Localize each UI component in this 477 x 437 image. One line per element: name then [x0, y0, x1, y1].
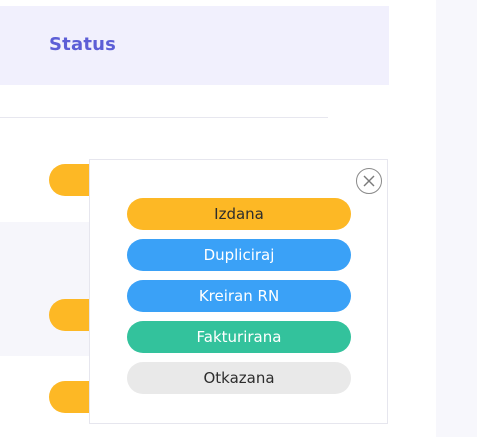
close-button[interactable]	[356, 168, 382, 194]
status-column-header: Status	[49, 34, 117, 55]
status-option-kreiran-rn[interactable]: Kreiran RN	[127, 280, 351, 312]
right-side-panel	[436, 0, 477, 437]
status-option-izdana[interactable]: Izdana	[127, 198, 351, 230]
status-picker-popup: Izdana Dupliciraj Kreiran RN Fakturirana Otk…	[89, 159, 388, 424]
status-option-fakturirana[interactable]: Fakturirana	[127, 321, 351, 353]
status-option-dupliciraj[interactable]: Dupliciraj	[127, 239, 351, 271]
table-row-background	[0, 222, 95, 252]
close-icon	[363, 175, 375, 187]
status-options-list: Izdana Dupliciraj Kreiran RN Fakturirana Otk…	[127, 198, 351, 403]
row-divider	[0, 117, 328, 118]
status-option-otkazana[interactable]: Otkazana	[127, 362, 351, 394]
